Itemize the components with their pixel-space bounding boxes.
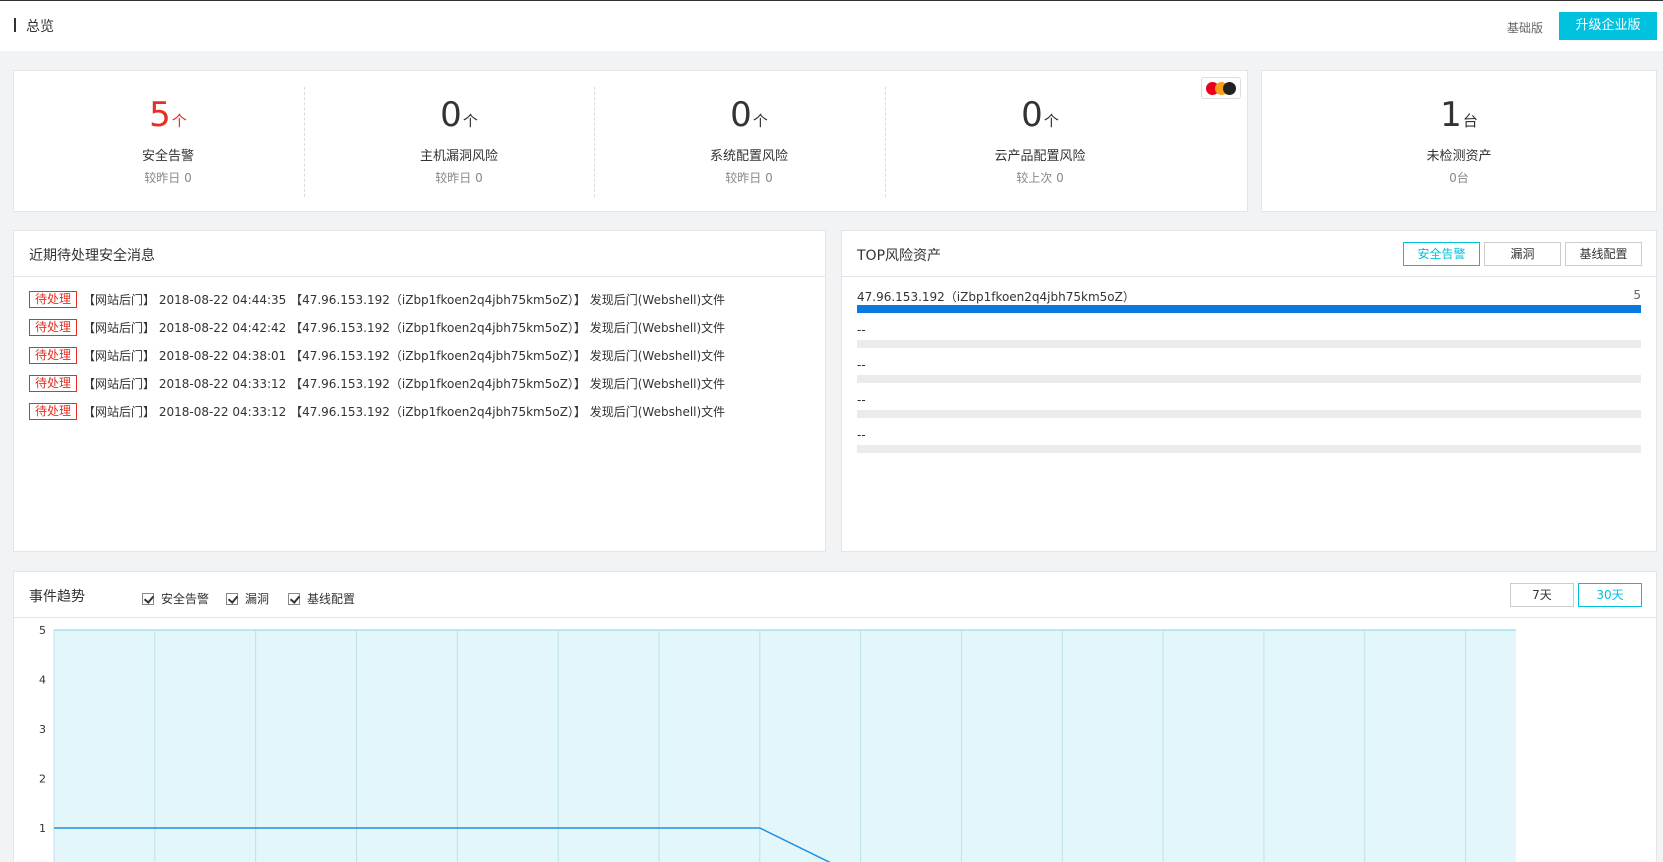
risk-tabs: 安全告警 漏洞 基线配置	[1399, 242, 1642, 266]
stat-label: 主机漏洞风险	[419, 149, 498, 164]
message-text: 【网站后门】 2018-08-22 04:33:12 【47.96.153.19…	[83, 405, 726, 419]
stat-value: 0个	[1021, 95, 1059, 135]
risk-asset-row[interactable]: 47.96.153.192（iZbp1fkoen2q4jbh75km5oZ） 5	[857, 288, 1641, 313]
message-text: 【网站后门】 2018-08-22 04:42:42 【47.96.153.19…	[83, 321, 726, 335]
y-tick-label: 5	[39, 624, 46, 637]
stat-delta: 0台	[1449, 171, 1469, 185]
divider	[14, 276, 825, 277]
panel-title: 事件趋势	[29, 589, 85, 605]
tab-baseline-config[interactable]: 基线配置	[1565, 242, 1642, 266]
asset-name: 47.96.153.192（iZbp1fkoen2q4jbh75km5oZ）	[857, 290, 1135, 304]
tab-vulnerabilities[interactable]: 漏洞	[1484, 242, 1561, 266]
range-7-days-button[interactable]: 7天	[1510, 583, 1574, 607]
plot-area	[54, 630, 1516, 862]
pending-tag: 待处理	[29, 291, 78, 308]
risk-asset-row[interactable]: --	[857, 393, 1641, 418]
risk-asset-row[interactable]: --	[857, 323, 1641, 348]
stat-label: 系统配置风险	[709, 149, 788, 164]
pending-tag: 待处理	[29, 347, 78, 364]
risk-bar-track	[857, 410, 1641, 418]
message-row[interactable]: 待处理 【网站后门】 2018-08-22 04:33:12 【47.96.153…	[29, 375, 725, 393]
stat-label: 云产品配置风险	[994, 149, 1086, 164]
pending-tag: 待处理	[29, 375, 78, 392]
message-row[interactable]: 待处理 【网站后门】 2018-08-22 04:38:01 【47.96.153…	[29, 347, 725, 365]
legend-security-alerts[interactable]: 安全告警	[142, 590, 209, 607]
message-text: 【网站后门】 2018-08-22 04:33:12 【47.96.153.19…	[83, 377, 726, 391]
panel-title: 近期待处理安全消息	[29, 248, 155, 264]
message-row[interactable]: 待处理 【网站后门】 2018-08-22 04:44:35 【47.96.153…	[29, 291, 725, 309]
stat-value: 0个	[730, 95, 768, 135]
legend-label: 安全告警	[161, 592, 210, 606]
range-switch: 7天 30天	[1506, 583, 1642, 607]
message-row[interactable]: 待处理 【网站后门】 2018-08-22 04:33:12 【47.96.153…	[29, 403, 725, 421]
y-tick-label: 2	[39, 773, 46, 786]
checkbox-checked-icon[interactable]	[142, 592, 154, 605]
checkbox-checked-icon[interactable]	[226, 592, 238, 605]
unchecked-assets-panel[interactable]: 1台 未检测资产 0台	[1261, 70, 1657, 212]
y-tick-label: 4	[39, 674, 46, 687]
legend-label: 漏洞	[245, 592, 270, 606]
risk-bar-track	[857, 445, 1641, 453]
legend-label: 基线配置	[307, 592, 356, 606]
legend-baseline-config[interactable]: 基线配置	[288, 590, 355, 607]
legend-vulnerabilities[interactable]: 漏洞	[226, 590, 269, 607]
stat-value: 0个	[440, 95, 478, 135]
upgrade-button[interactable]: 升级企业版	[1559, 12, 1657, 40]
checkbox-checked-icon[interactable]	[288, 592, 300, 605]
card-badge-icon	[1201, 77, 1241, 99]
event-trend-panel: 事件趋势 安全告警 漏洞 基线配置 7天 30天 5 4 3 2 1	[13, 571, 1657, 862]
top-risk-assets-panel: TOP风险资产 安全告警 漏洞 基线配置 47.96.153.192（iZbp1…	[841, 230, 1657, 552]
stat-security-alerts[interactable]: 5个 安全告警 较昨日 0	[14, 71, 322, 211]
risk-bar-fill	[857, 305, 1641, 313]
stat-delta: 较昨日 0	[435, 171, 483, 185]
stat-label: 安全告警	[141, 149, 194, 164]
event-trend-chart: 5 4 3 2 1	[39, 624, 1516, 862]
risk-bar-track	[857, 305, 1641, 313]
asset-name: --	[857, 323, 866, 337]
asset-name: --	[857, 358, 866, 372]
message-row[interactable]: 待处理 【网站后门】 2018-08-22 04:42:42 【47.96.153…	[29, 319, 725, 337]
tab-security-alerts[interactable]: 安全告警	[1403, 242, 1480, 266]
y-tick-label: 3	[39, 723, 46, 736]
risk-asset-row[interactable]: --	[857, 358, 1641, 383]
divider	[842, 276, 1656, 277]
pending-tag: 待处理	[29, 319, 78, 336]
edition-label: 基础版	[1506, 21, 1543, 35]
panel-title: TOP风险资产	[857, 248, 942, 264]
stat-host-vulns[interactable]: 0个 主机漏洞风险 较昨日 0	[305, 71, 613, 211]
page-title: 总览	[26, 19, 54, 35]
y-tick-label: 1	[39, 822, 46, 835]
message-text: 【网站后门】 2018-08-22 04:44:35 【47.96.153.19…	[83, 293, 726, 307]
asset-name: --	[857, 393, 866, 407]
asset-count: 5	[1633, 288, 1641, 302]
risk-bar-track	[857, 340, 1641, 348]
range-30-days-button[interactable]: 30天	[1578, 583, 1642, 607]
stat-delta: 较上次 0	[1016, 171, 1064, 185]
title-marker	[14, 18, 16, 32]
stat-label: 未检测资产	[1426, 149, 1492, 164]
stats-panel: 5个 安全告警 较昨日 0 0个 主机漏洞风险 较昨日 0 0个 系统配置风险 …	[13, 70, 1248, 212]
stat-delta: 较昨日 0	[144, 171, 192, 185]
stat-delta: 较昨日 0	[725, 171, 773, 185]
stat-cloud-config[interactable]: 0个 云产品配置风险 较上次 0	[886, 71, 1194, 211]
stat-value: 1台	[1440, 95, 1478, 135]
risk-asset-row[interactable]: --	[857, 428, 1641, 453]
asset-name: --	[857, 428, 866, 442]
pending-tag: 待处理	[29, 403, 78, 420]
stat-unchecked-assets: 1台 未检测资产 0台	[1262, 71, 1656, 211]
message-text: 【网站后门】 2018-08-22 04:38:01 【47.96.153.19…	[83, 349, 726, 363]
stat-value: 5个	[149, 95, 187, 135]
risk-bar-track	[857, 375, 1641, 383]
stat-system-config[interactable]: 0个 系统配置风险 较昨日 0	[595, 71, 903, 211]
pending-messages-panel: 近期待处理安全消息 待处理 【网站后门】 2018-08-22 04:44:35 …	[13, 230, 826, 552]
top-bar: 总览 基础版 升级企业版	[0, 0, 1663, 51]
